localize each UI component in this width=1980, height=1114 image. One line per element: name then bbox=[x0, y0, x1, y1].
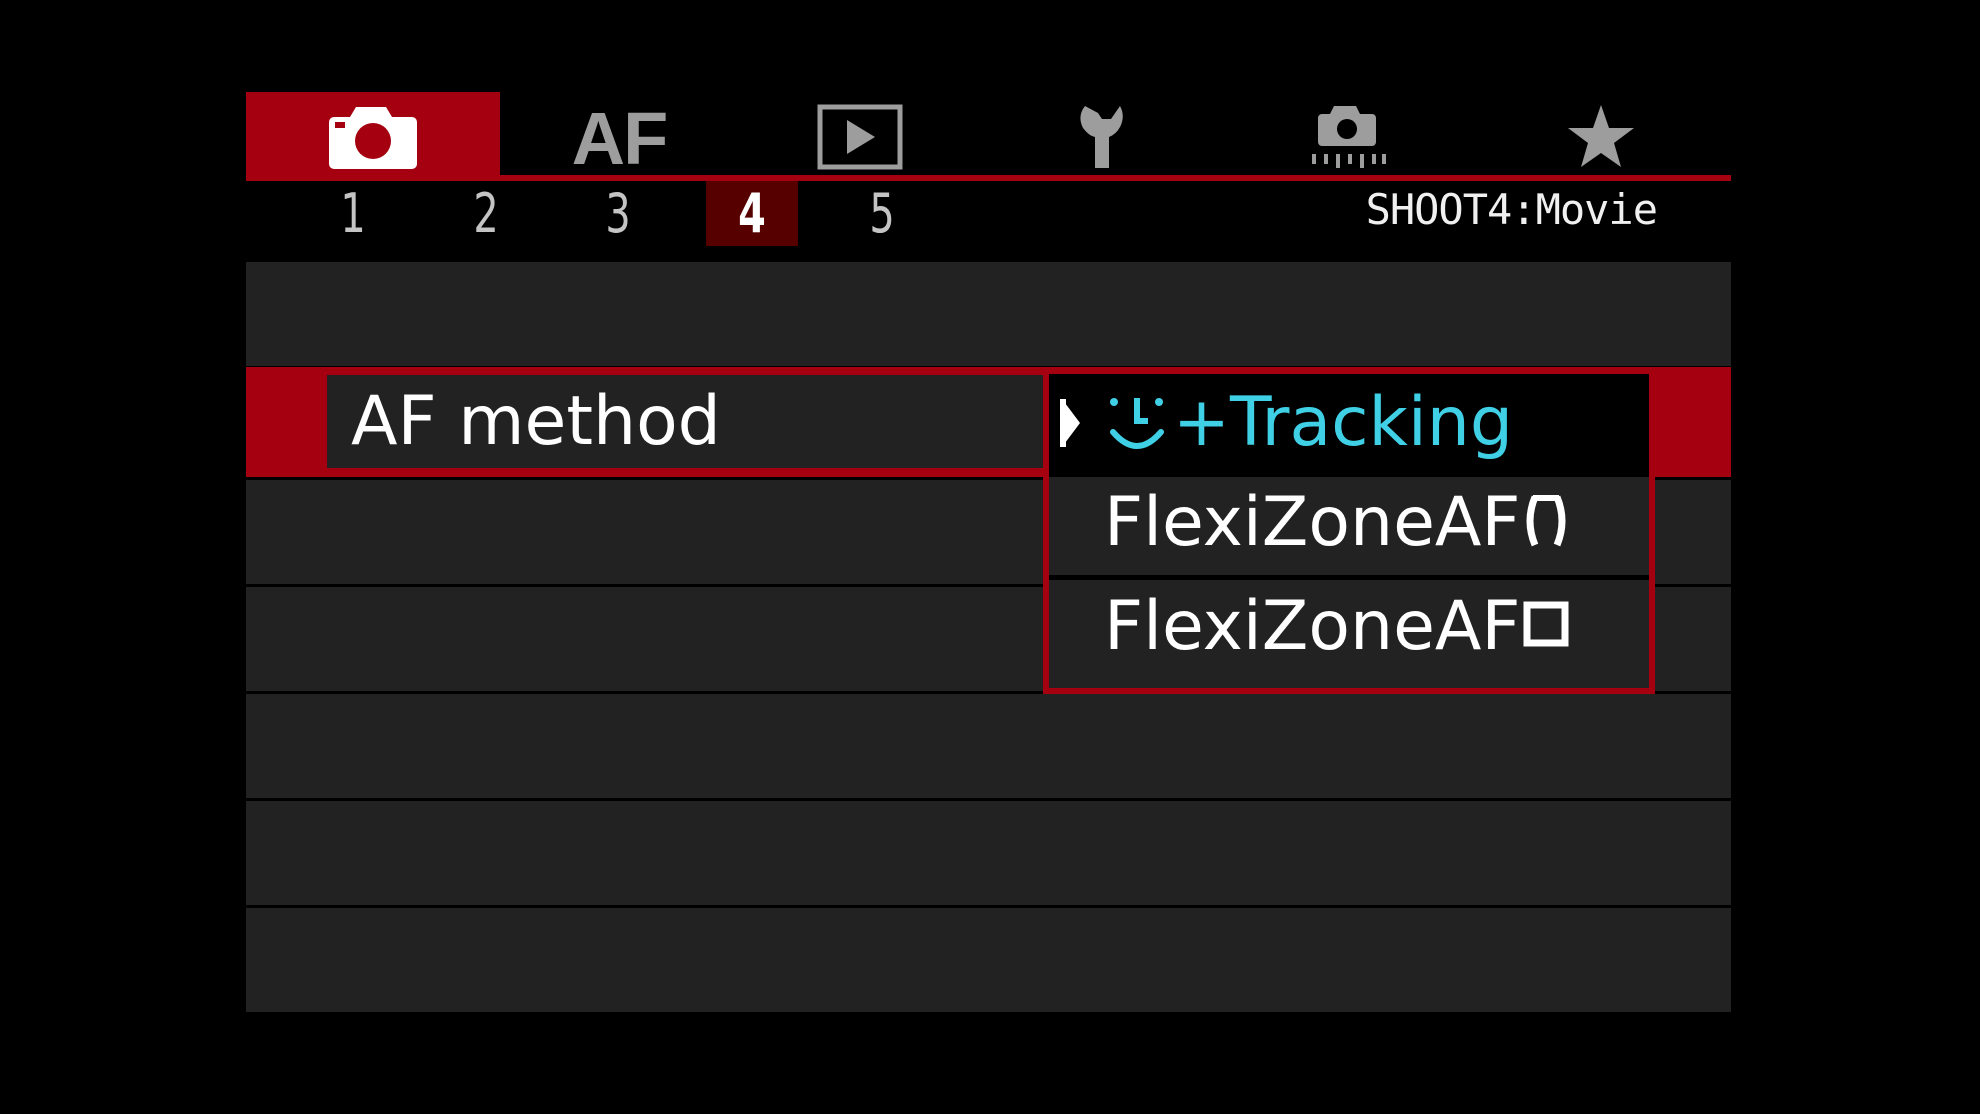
tab-af[interactable]: AF bbox=[492, 92, 746, 181]
bracket-frame-icon bbox=[1521, 491, 1571, 563]
menu-row-empty-5 bbox=[246, 801, 1731, 905]
tab-custom-functions[interactable] bbox=[1221, 92, 1475, 181]
star-icon bbox=[1566, 103, 1636, 171]
camera-custom-icon bbox=[1310, 104, 1386, 170]
camera-icon bbox=[328, 104, 418, 170]
tab-shooting[interactable] bbox=[246, 92, 500, 181]
face-tracking-icon bbox=[1107, 394, 1167, 462]
menu-item-label: AF method bbox=[351, 381, 721, 461]
dropdown-option-text: FlexiZoneAF bbox=[1104, 489, 1571, 562]
square-frame-icon bbox=[1521, 597, 1571, 665]
page-tab-3[interactable]: 3 bbox=[572, 181, 664, 246]
menu-row-empty-1 bbox=[246, 262, 1731, 366]
tab-af-label: AF bbox=[571, 96, 669, 180]
tab-my-menu[interactable] bbox=[1474, 92, 1728, 181]
dropdown-option-label: FlexiZoneAF bbox=[1104, 483, 1521, 563]
dropdown-option-flexizone-multi[interactable]: FlexiZoneAF bbox=[1049, 477, 1649, 575]
page-tab-2[interactable]: 2 bbox=[440, 181, 532, 246]
af-method-dropdown: +Tracking FlexiZoneAF FlexiZoneAF bbox=[1043, 374, 1658, 694]
tab-playback[interactable] bbox=[733, 92, 987, 181]
playback-icon bbox=[817, 104, 903, 170]
menu-item-af-method[interactable]: AF method bbox=[327, 375, 1049, 468]
dropdown-option-flexizone-single[interactable]: FlexiZoneAF bbox=[1049, 580, 1649, 678]
menu-row-empty-6 bbox=[246, 908, 1731, 1012]
dropdown-frame: +Tracking FlexiZoneAF FlexiZoneAF bbox=[1043, 374, 1655, 694]
page-tab-5[interactable]: 5 bbox=[836, 181, 928, 246]
dropdown-option-tracking[interactable]: +Tracking bbox=[1049, 374, 1649, 472]
page-tab-1[interactable]: 1 bbox=[307, 181, 399, 246]
dropdown-option-label: FlexiZoneAF bbox=[1104, 587, 1521, 667]
wrench-icon bbox=[1075, 102, 1131, 172]
tab-bar: AF bbox=[246, 92, 1731, 181]
menu-panel: AF 1 2 3 4 5 SHOOT4:Movie AF method +Tra… bbox=[246, 92, 1731, 1012]
dropdown-option-text: FlexiZoneAF bbox=[1104, 593, 1571, 664]
tab-setup[interactable] bbox=[976, 92, 1230, 181]
page-title: SHOOT4:Movie bbox=[1365, 185, 1658, 234]
page-tabs: 1 2 3 4 5 SHOOT4:Movie bbox=[246, 181, 1731, 246]
selection-arrow-icon bbox=[1060, 397, 1082, 453]
menu-row-empty-4 bbox=[246, 694, 1731, 798]
page-tab-4[interactable]: 4 bbox=[706, 181, 798, 246]
dropdown-option-label: +Tracking bbox=[1173, 383, 1514, 462]
